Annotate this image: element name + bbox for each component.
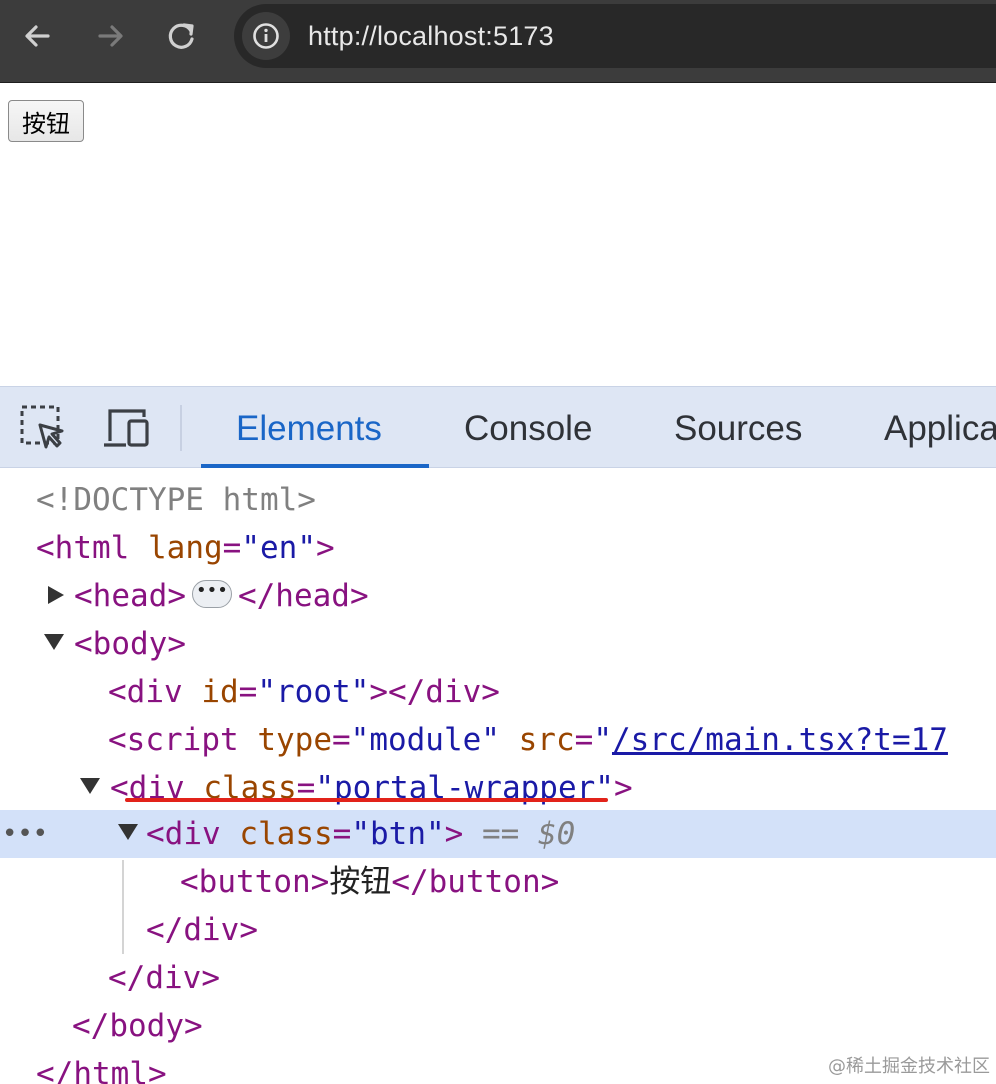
collapse-body-icon[interactable] [44,634,64,650]
head-ellipsis-icon[interactable]: ••• [191,579,232,608]
reload-icon[interactable] [162,16,202,56]
url-text[interactable]: http://localhost:5173 [308,21,554,52]
browser-toolbar: http://localhost:5173 [0,0,996,83]
tree-line-html-close[interactable]: </html> [36,1050,167,1084]
tree-line-doctype[interactable]: <!DOCTYPE html> [36,476,316,524]
tree-line-btn-div-close[interactable]: </div> [146,906,258,954]
inspect-element-icon[interactable] [20,405,66,456]
row-more-icon[interactable]: ••• [2,810,48,858]
tree-line-head[interactable]: <head> ••• </head> [74,572,369,620]
info-icon[interactable] [242,12,290,60]
tab-application[interactable]: Applica [884,409,996,449]
tree-line-btn-div[interactable]: <div class="btn"> == $0 [146,810,575,858]
address-bar[interactable]: http://localhost:5173 [234,4,996,68]
tab-sources[interactable]: Sources [674,409,802,449]
tab-console[interactable]: Console [464,409,592,449]
tree-line-body[interactable]: <body> [74,620,186,668]
forward-arrow-icon[interactable] [90,16,130,56]
tree-line-root-div[interactable]: <div id="root"></div> [108,668,500,716]
back-arrow-icon[interactable] [18,16,58,56]
tab-separator [180,405,182,451]
indent-guide [122,860,124,954]
expand-head-icon[interactable] [48,586,64,604]
tree-line-body-close[interactable]: </body> [72,1002,203,1050]
watermark: @稀土掘金技术社区 [828,1056,990,1077]
tree-line-wrapper-close[interactable]: </div> [108,954,220,1002]
highlight-underline [125,798,608,802]
tree-line-button[interactable]: <button>按钮</button> [180,858,559,906]
devtools-tabbar: Elements Console Sources Applica [0,386,996,468]
collapse-wrapper-icon[interactable] [80,778,100,794]
device-toolbar-icon[interactable] [100,405,152,456]
page-button[interactable]: 按钮 [8,100,84,142]
tree-line-script[interactable]: <script type="module" src="/src/main.tsx… [108,716,948,764]
tree-line-portal-wrapper[interactable]: <div class="portal-wrapper"> [110,764,633,812]
script-src-link[interactable]: /src/main.tsx?t=17 [612,722,948,758]
selected-marker: == $0 [482,816,576,852]
active-tab-indicator [201,464,429,468]
tree-line-html[interactable]: <html lang="en"> [36,524,335,572]
collapse-btn-div-icon[interactable] [118,824,138,840]
dom-tree: ••• <!DOCTYPE html> <html lang="en"> <he… [0,470,996,1084]
tab-elements[interactable]: Elements [236,409,382,449]
